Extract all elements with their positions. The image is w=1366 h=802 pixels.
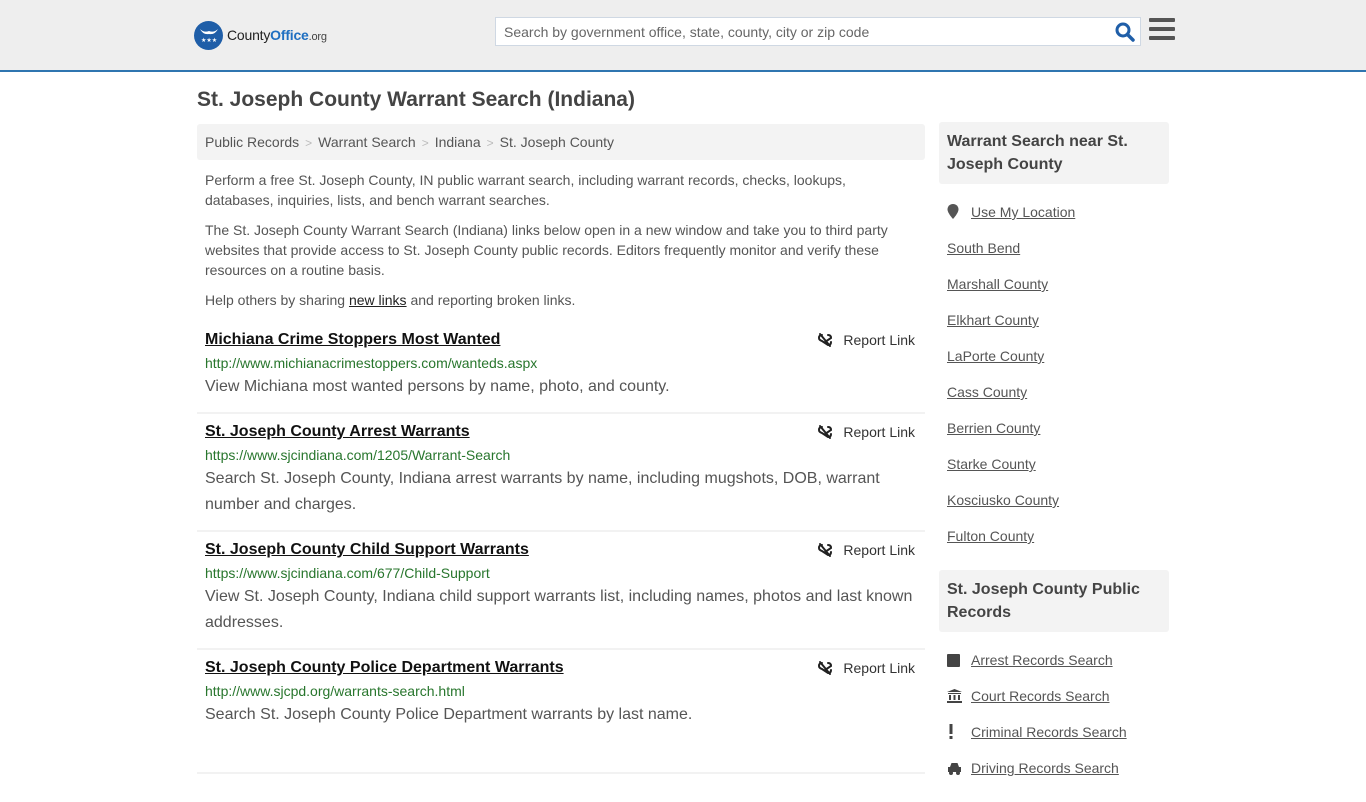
hamburger-menu-icon[interactable] [1149, 18, 1175, 42]
courthouse-icon [947, 689, 971, 703]
car-icon [947, 762, 971, 775]
top-header: ★★★ CountyOffice.org [0, 0, 1366, 72]
nearby-item: Fulton County [947, 518, 1161, 554]
criminal-records-link[interactable]: Criminal Records Search [971, 724, 1127, 740]
search-icon[interactable] [1114, 21, 1136, 43]
intro-paragraph: The St. Joseph County Warrant Search (In… [205, 222, 888, 278]
nearby-link-cass-county[interactable]: Cass County [947, 384, 1027, 400]
eagle-logo-icon: ★★★ [194, 20, 223, 50]
result-item: St. Joseph County Arrest Warrants https:… [197, 414, 925, 532]
map-marker-icon [947, 204, 971, 220]
report-link-button[interactable]: Report Link [817, 660, 915, 676]
use-my-location-item: Use My Location [947, 194, 1161, 230]
nearby-item: South Bend [947, 230, 1161, 266]
nearby-item: LaPorte County [947, 338, 1161, 374]
nearby-link-south-bend[interactable]: South Bend [947, 240, 1020, 256]
nearby-item: Marshall County [947, 266, 1161, 302]
breadcrumb-separator: > [421, 136, 429, 150]
breadcrumb-current[interactable]: St. Joseph County [500, 134, 614, 150]
nearby-item: Berrien County [947, 410, 1161, 446]
public-records-list: Arrest Records Search Court Records Sear… [939, 632, 1169, 802]
nearby-header: Warrant Search near St. Joseph County [939, 122, 1169, 184]
result-url[interactable]: http://www.sjcpd.org/warrants-search.htm… [205, 682, 917, 700]
arrest-records-link[interactable]: Arrest Records Search [971, 652, 1113, 668]
result-item: St. Joseph County Child Support Warrants… [197, 532, 925, 650]
result-description: Search St. Joseph County, Indiana arrest… [205, 470, 880, 513]
site-logo[interactable]: ★★★ CountyOffice.org [194, 20, 327, 50]
intro-paragraph: Perform a free St. Joseph County, IN pub… [205, 172, 846, 208]
new-links-link[interactable]: new links [349, 292, 407, 308]
nearby-link-laporte-county[interactable]: LaPorte County [947, 348, 1044, 364]
result-item: St. Joseph County Police Department Warr… [197, 650, 925, 774]
logo-text: CountyOffice.org [227, 27, 327, 43]
public-record-item: Arrest Records Search [947, 642, 1161, 678]
svg-text:★★★: ★★★ [201, 37, 217, 44]
broken-link-icon [818, 425, 833, 439]
search-bar [495, 17, 1141, 46]
nearby-link-starke-county[interactable]: Starke County [947, 456, 1036, 472]
result-description: Search St. Joseph County Police Departme… [205, 706, 693, 723]
result-title-link[interactable]: Michiana Crime Stoppers Most Wanted [205, 330, 500, 350]
breadcrumb-separator: > [305, 136, 313, 150]
driving-records-link[interactable]: Driving Records Search [971, 760, 1119, 776]
results-list: Michiana Crime Stoppers Most Wanted http… [197, 322, 925, 774]
square-icon [947, 653, 971, 667]
public-record-item: Criminal Records Search [947, 714, 1161, 750]
broken-link-icon [818, 543, 833, 557]
breadcrumb: Public Records > Warrant Search > Indiana > St… [197, 124, 925, 160]
result-description: View Michiana most wanted persons by nam… [205, 378, 670, 395]
intro-text: Perform a free St. Joseph County, IN pub… [205, 170, 917, 320]
breadcrumb-separator: > [486, 136, 494, 150]
use-my-location-link[interactable]: Use My Location [971, 204, 1075, 220]
public-records-header: St. Joseph County Public Records [939, 570, 1169, 632]
result-description: View St. Joseph County, Indiana child su… [205, 588, 913, 631]
nearby-item: Kosciusko County [947, 482, 1161, 518]
share-links-text: Help others by sharing new links and rep… [205, 292, 576, 308]
result-title-link[interactable]: St. Joseph County Arrest Warrants [205, 422, 470, 442]
nearby-link-elkhart-county[interactable]: Elkhart County [947, 312, 1039, 328]
nearby-link-berrien-county[interactable]: Berrien County [947, 420, 1040, 436]
public-record-item: Driving Records Search [947, 750, 1161, 786]
sidebar: Warrant Search near St. Joseph County Us… [939, 122, 1169, 802]
broken-link-icon [818, 333, 833, 347]
result-url[interactable]: https://www.sjcindiana.com/677/Child-Sup… [205, 564, 917, 582]
broken-link-icon [818, 661, 833, 675]
nearby-link-fulton-county[interactable]: Fulton County [947, 528, 1034, 544]
court-records-link[interactable]: Court Records Search [971, 688, 1110, 704]
breadcrumb-public-records[interactable]: Public Records [205, 134, 299, 150]
nearby-item: Elkhart County [947, 302, 1161, 338]
exclamation-icon [947, 724, 971, 740]
breadcrumb-indiana[interactable]: Indiana [435, 134, 481, 150]
page-title: St. Joseph County Warrant Search (Indian… [197, 88, 635, 111]
result-url[interactable]: https://www.sjcindiana.com/1205/Warrant-… [205, 446, 917, 464]
report-link-button[interactable]: Report Link [817, 424, 915, 440]
result-title-link[interactable]: St. Joseph County Police Department Warr… [205, 658, 564, 678]
breadcrumb-warrant-search[interactable]: Warrant Search [318, 134, 416, 150]
result-title-link[interactable]: St. Joseph County Child Support Warrants [205, 540, 529, 560]
nearby-link-kosciusko-county[interactable]: Kosciusko County [947, 492, 1059, 508]
report-link-button[interactable]: Report Link [817, 542, 915, 558]
result-url[interactable]: http://www.michianacrimestoppers.com/wan… [205, 354, 917, 372]
public-record-item: Court Records Search [947, 678, 1161, 714]
report-link-button[interactable]: Report Link [817, 332, 915, 348]
nearby-item: Starke County [947, 446, 1161, 482]
result-item: Michiana Crime Stoppers Most Wanted http… [197, 322, 925, 414]
nearby-list: Use My Location South Bend Marshall Coun… [939, 184, 1169, 570]
search-input[interactable] [496, 18, 1106, 45]
nearby-link-marshall-county[interactable]: Marshall County [947, 276, 1048, 292]
nearby-item: Cass County [947, 374, 1161, 410]
